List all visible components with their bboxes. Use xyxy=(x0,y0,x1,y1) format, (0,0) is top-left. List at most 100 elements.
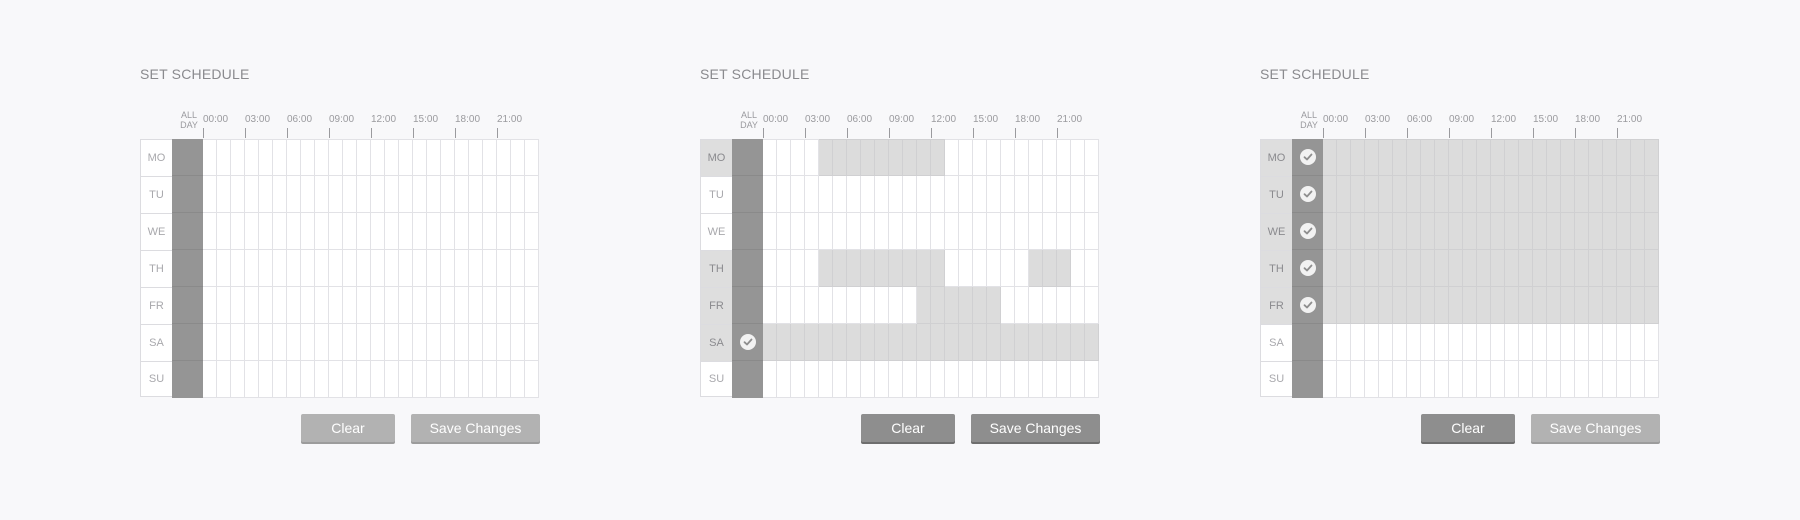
hour-cell[interactable] xyxy=(1645,250,1659,287)
hour-cell[interactable] xyxy=(1519,213,1533,250)
hour-cell[interactable] xyxy=(763,250,777,287)
hour-cell[interactable] xyxy=(329,176,343,213)
hour-cell[interactable] xyxy=(1323,250,1337,287)
hour-cell[interactable] xyxy=(385,324,399,361)
hour-cell[interactable] xyxy=(1617,324,1631,361)
hour-cell[interactable] xyxy=(1603,139,1617,176)
hour-cell[interactable] xyxy=(1463,213,1477,250)
hour-cell[interactable] xyxy=(861,250,875,287)
hour-cell[interactable] xyxy=(917,324,931,361)
hour-cell[interactable] xyxy=(1491,287,1505,324)
day-label[interactable]: WE xyxy=(140,213,172,250)
hour-cell[interactable] xyxy=(1435,287,1449,324)
hour-cell[interactable] xyxy=(1351,213,1365,250)
hour-cell[interactable] xyxy=(483,250,497,287)
hour-cell[interactable] xyxy=(1085,287,1099,324)
all-day-toggle[interactable] xyxy=(1292,250,1323,287)
hour-cell[interactable] xyxy=(287,324,301,361)
hour-cell[interactable] xyxy=(1589,250,1603,287)
hour-cell[interactable] xyxy=(1085,213,1099,250)
hour-cell[interactable] xyxy=(1631,287,1645,324)
hour-cell[interactable] xyxy=(427,361,441,398)
hour-cell[interactable] xyxy=(847,213,861,250)
hour-cell[interactable] xyxy=(833,324,847,361)
hour-cell[interactable] xyxy=(777,324,791,361)
hour-cell[interactable] xyxy=(833,250,847,287)
hour-cell[interactable] xyxy=(1547,324,1561,361)
hour-cell[interactable] xyxy=(875,250,889,287)
hour-cell[interactable] xyxy=(1043,139,1057,176)
hour-cell[interactable] xyxy=(777,287,791,324)
hour-cell[interactable] xyxy=(1043,213,1057,250)
hour-cell[interactable] xyxy=(441,213,455,250)
hour-cell[interactable] xyxy=(1463,287,1477,324)
save-changes-button[interactable]: Save Changes xyxy=(971,414,1100,442)
hour-cell[interactable] xyxy=(315,361,329,398)
hour-cell[interactable] xyxy=(777,361,791,398)
hour-cell[interactable] xyxy=(1015,139,1029,176)
hour-cell[interactable] xyxy=(1379,324,1393,361)
hour-cell[interactable] xyxy=(1071,139,1085,176)
hour-cell[interactable] xyxy=(273,176,287,213)
hour-cell[interactable] xyxy=(791,287,805,324)
hour-cell[interactable] xyxy=(455,176,469,213)
hour-cell[interactable] xyxy=(1519,139,1533,176)
hour-cell[interactable] xyxy=(315,324,329,361)
day-label[interactable]: FR xyxy=(700,287,732,324)
hour-cell[interactable] xyxy=(1001,139,1015,176)
hour-cell[interactable] xyxy=(315,176,329,213)
hour-cell[interactable] xyxy=(427,213,441,250)
hour-cell[interactable] xyxy=(1421,324,1435,361)
hour-cell[interactable] xyxy=(217,361,231,398)
hour-cell[interactable] xyxy=(1057,250,1071,287)
hour-cell[interactable] xyxy=(1323,324,1337,361)
hour-cell[interactable] xyxy=(805,361,819,398)
hour-cell[interactable] xyxy=(791,250,805,287)
hour-cell[interactable] xyxy=(931,250,945,287)
hour-cell[interactable] xyxy=(1365,213,1379,250)
hour-cell[interactable] xyxy=(385,176,399,213)
hour-cell[interactable] xyxy=(1435,176,1449,213)
hour-cell[interactable] xyxy=(1365,139,1379,176)
hour-cell[interactable] xyxy=(1323,287,1337,324)
hour-cell[interactable] xyxy=(833,139,847,176)
hour-cell[interactable] xyxy=(931,287,945,324)
hour-cell[interactable] xyxy=(889,361,903,398)
hour-cell[interactable] xyxy=(441,176,455,213)
hour-cell[interactable] xyxy=(483,287,497,324)
hour-cell[interactable] xyxy=(903,176,917,213)
hour-cell[interactable] xyxy=(917,361,931,398)
hour-cell[interactable] xyxy=(1029,361,1043,398)
hour-cell[interactable] xyxy=(399,139,413,176)
hour-cell[interactable] xyxy=(945,361,959,398)
hour-cell[interactable] xyxy=(1071,324,1085,361)
hour-cell[interactable] xyxy=(231,324,245,361)
hour-cell[interactable] xyxy=(973,213,987,250)
hour-cell[interactable] xyxy=(413,213,427,250)
hour-cell[interactable] xyxy=(1029,139,1043,176)
hour-cell[interactable] xyxy=(329,324,343,361)
hour-cell[interactable] xyxy=(945,287,959,324)
hour-cell[interactable] xyxy=(1463,324,1477,361)
hour-cell[interactable] xyxy=(1603,324,1617,361)
hour-cell[interactable] xyxy=(959,213,973,250)
hour-cell[interactable] xyxy=(1617,250,1631,287)
hour-cell[interactable] xyxy=(1491,324,1505,361)
hour-cell[interactable] xyxy=(231,287,245,324)
hour-cell[interactable] xyxy=(287,176,301,213)
hour-cell[interactable] xyxy=(1547,361,1561,398)
hour-cell[interactable] xyxy=(1351,176,1365,213)
hour-cell[interactable] xyxy=(1001,361,1015,398)
hour-cell[interactable] xyxy=(343,250,357,287)
hour-cell[interactable] xyxy=(427,176,441,213)
all-day-toggle[interactable] xyxy=(172,213,203,250)
hour-cell[interactable] xyxy=(525,361,539,398)
hour-cell[interactable] xyxy=(301,324,315,361)
clear-button[interactable]: Clear xyxy=(861,414,955,442)
hour-cell[interactable] xyxy=(301,139,315,176)
hour-cell[interactable] xyxy=(987,324,1001,361)
hour-cell[interactable] xyxy=(399,361,413,398)
hour-cell[interactable] xyxy=(273,287,287,324)
hour-cell[interactable] xyxy=(1043,361,1057,398)
hour-cell[interactable] xyxy=(497,139,511,176)
